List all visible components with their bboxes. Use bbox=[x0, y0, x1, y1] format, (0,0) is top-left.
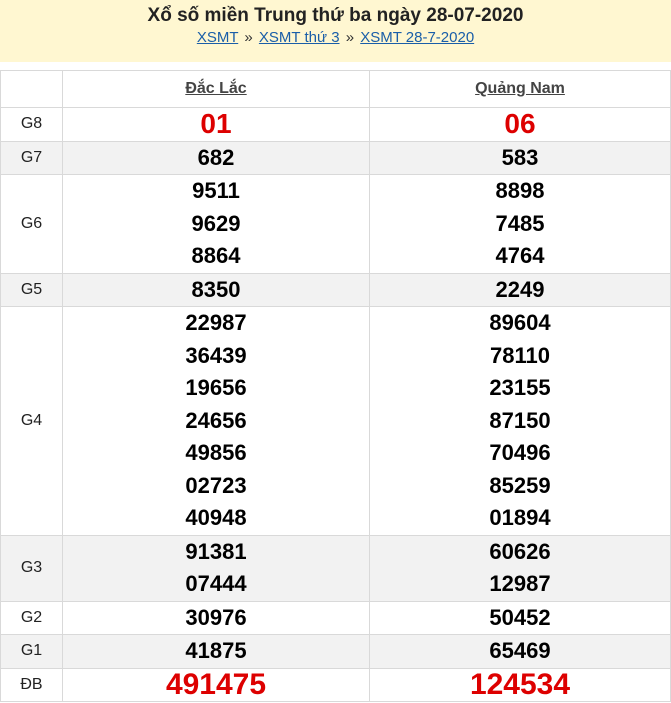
breadcrumb-separator: » bbox=[345, 29, 355, 46]
prize-number: 8350 bbox=[191, 276, 241, 302]
province-header-2[interactable]: Quảng Nam bbox=[369, 70, 671, 108]
prize-number: 36439 bbox=[185, 342, 247, 368]
prize-cell: 8898 7485 4764 bbox=[369, 174, 671, 274]
table-row: G3 91381 07444 60626 12987 bbox=[0, 534, 671, 602]
prize-cell: 491475 bbox=[62, 667, 370, 702]
table-row: G7 682 583 bbox=[0, 140, 671, 175]
results-body: G8 01 06 G7 682 583 G6 9511 9629 8864 8898 7485 4764… bbox=[0, 107, 671, 702]
prize-number: 02723 bbox=[185, 472, 247, 498]
prize-number: 89604 bbox=[489, 310, 551, 335]
prize-number: 60626 bbox=[489, 538, 551, 564]
prize-label-header bbox=[0, 70, 63, 108]
prize-cell: 01 bbox=[62, 107, 370, 142]
prize-cell: 65469 bbox=[369, 634, 671, 669]
prize-number: 9629 bbox=[191, 210, 241, 236]
prize-label: G3 bbox=[0, 534, 63, 602]
prize-cell: 91381 07444 bbox=[62, 534, 370, 602]
prize-number: 491475 bbox=[165, 667, 267, 701]
breadcrumb-link-xsmt[interactable]: XSMT bbox=[197, 29, 238, 46]
prize-label: G6 bbox=[0, 174, 63, 274]
prize-number: 49856 bbox=[185, 440, 247, 465]
prize-number: 19656 bbox=[185, 375, 247, 400]
page-header: Xổ số miền Trung thứ ba ngày 28-07-2020 … bbox=[0, 0, 671, 62]
breadcrumb-separator: » bbox=[244, 29, 253, 46]
prize-number: 8898 bbox=[495, 178, 545, 203]
table-row: G5 8350 2249 bbox=[0, 272, 671, 307]
prize-cell: 30976 bbox=[62, 600, 370, 635]
table-row: G4 22987 36439 19656 24656 49856 02723 40948 896… bbox=[0, 306, 671, 536]
prize-number: 78110 bbox=[490, 342, 550, 368]
prize-number: 7485 bbox=[495, 210, 545, 236]
table-row: G8 01 06 bbox=[0, 107, 671, 142]
prize-cell: 2249 bbox=[369, 272, 671, 307]
prize-number: 01 bbox=[200, 108, 232, 139]
prize-number: 01894 bbox=[489, 505, 551, 530]
prize-number: 2249 bbox=[495, 276, 545, 302]
prize-cell: 682 bbox=[62, 140, 370, 175]
breadcrumb: XSMT » XSMT thứ 3 » XSMT 28-7-2020 bbox=[0, 28, 671, 48]
prize-number: 91381 bbox=[185, 538, 247, 564]
prize-number: 583 bbox=[501, 144, 539, 170]
prize-number: 4764 bbox=[495, 243, 545, 268]
breadcrumb-link-xsmt-weekday[interactable]: XSMT thứ 3 bbox=[259, 29, 340, 46]
prize-cell: 583 bbox=[369, 140, 671, 175]
prize-label: G5 bbox=[0, 272, 63, 307]
prize-number: 06 bbox=[504, 108, 536, 139]
prize-cell: 22987 36439 19656 24656 49856 02723 40948 bbox=[62, 306, 370, 536]
prize-number: 23155 bbox=[489, 375, 551, 400]
province-link[interactable]: Đắc Lắc bbox=[185, 80, 246, 97]
prize-label: G1 bbox=[0, 634, 63, 669]
table-row: G2 30976 50452 bbox=[0, 600, 671, 635]
province-header-1[interactable]: Đắc Lắc bbox=[62, 70, 370, 108]
breadcrumb-link-xsmt-date[interactable]: XSMT 28-7-2020 bbox=[360, 29, 474, 46]
prize-number: 22987 bbox=[185, 310, 247, 335]
province-link[interactable]: Quảng Nam bbox=[475, 80, 565, 97]
prize-number: 41875 bbox=[185, 638, 247, 663]
prize-number: 87150 bbox=[489, 407, 551, 433]
prize-number: 65469 bbox=[489, 638, 551, 663]
prize-cell: 89604 78110 23155 87150 70496 85259 01894 bbox=[369, 306, 671, 536]
prize-number: 124534 bbox=[469, 667, 571, 701]
prize-label: G8 bbox=[0, 107, 63, 142]
prize-number: 682 bbox=[197, 144, 235, 170]
prize-number: 8864 bbox=[191, 243, 241, 268]
prize-label: G7 bbox=[0, 140, 63, 175]
prize-number: 30976 bbox=[185, 604, 247, 630]
table-row: ĐB 491475 124534 bbox=[0, 667, 671, 702]
prize-label: ĐB bbox=[0, 667, 63, 702]
table-header-row: Đắc Lắc Quảng Nam bbox=[0, 70, 671, 108]
prize-cell: 60626 12987 bbox=[369, 534, 671, 602]
table-row: G1 41875 65469 bbox=[0, 634, 671, 669]
prize-number: 07444 bbox=[185, 571, 247, 596]
prize-cell: 8350 bbox=[62, 272, 370, 307]
prize-number: 40948 bbox=[185, 505, 247, 530]
prize-number: 85259 bbox=[489, 472, 551, 498]
prize-number: 24656 bbox=[185, 407, 247, 433]
prize-cell: 50452 bbox=[369, 600, 671, 635]
results-table: Đắc Lắc Quảng Nam G8 01 06 G7 682 583 G6 9511 96… bbox=[0, 70, 671, 702]
prize-cell: 06 bbox=[369, 107, 671, 142]
prize-label: G2 bbox=[0, 600, 63, 635]
prize-cell: 9511 9629 8864 bbox=[62, 174, 370, 274]
prize-number: 9511 bbox=[192, 178, 240, 203]
prize-number: 50452 bbox=[489, 604, 551, 630]
prize-number: 12987 bbox=[489, 571, 551, 596]
prize-number: 70496 bbox=[489, 440, 551, 465]
page-title: Xổ số miền Trung thứ ba ngày 28-07-2020 bbox=[147, 5, 524, 26]
prize-label: G4 bbox=[0, 306, 63, 536]
prize-cell: 41875 bbox=[62, 634, 370, 669]
table-row: G6 9511 9629 8864 8898 7485 4764 bbox=[0, 174, 671, 274]
prize-cell: 124534 bbox=[369, 667, 671, 702]
